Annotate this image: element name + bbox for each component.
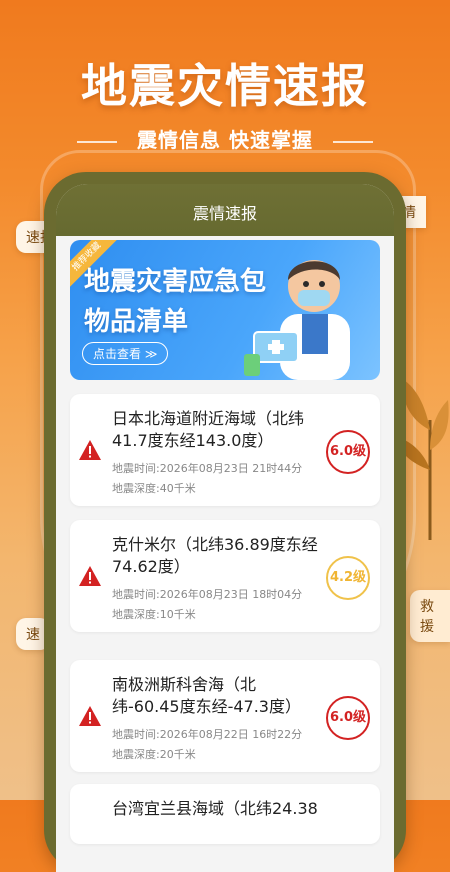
quake-list-item[interactable]: 克什米尔（北纬36.89度东经74.62度） 地震时间:2026年08月23日 … [70, 520, 380, 632]
quake-list-item[interactable]: 日本北海道附近海域（北纬41.7度东经143.0度） 地震时间:2026年08月… [70, 394, 380, 506]
app-header-title: 震情速报 [192, 204, 257, 223]
app-header: 震情速报 [56, 184, 394, 236]
quake-time: 地震时间:2026年08月22日 16时22分 [112, 728, 303, 741]
quake-depth: 地震深度:10千米 [112, 608, 196, 621]
banner-view-button[interactable]: 点击查看 ≫ [82, 342, 169, 365]
quake-time: 地震时间:2026年08月23日 21时44分 [112, 462, 303, 475]
doctor-illustration-icon [244, 260, 350, 380]
quake-magnitude-badge: 6.0级 [326, 696, 370, 740]
phone-frame: 震情速报 推荐收藏 地震灾害应急包 物品清单 点击查看 ≫ 日本北海道附近海域（… [44, 172, 406, 872]
quake-time: 地震时间:2026年08月23日 18时04分 [112, 588, 303, 601]
promo-title: 地震灾情速报 [81, 59, 369, 113]
warning-triangle-icon [79, 706, 101, 726]
promo-subtitle-text: 震情信息 快速掌握 [137, 128, 313, 152]
quake-location: 日本北海道附近海域（北纬41.7度东经143.0度） [112, 409, 305, 450]
subtitle-left-line [77, 140, 118, 143]
quake-depth: 地震深度:20千米 [112, 748, 196, 761]
quake-list-item[interactable]: 台湾宜兰县海域（北纬24.38 [70, 784, 380, 844]
quake-magnitude-badge: 6.0级 [326, 430, 370, 474]
quake-list-item[interactable]: 南极洲斯科舍海（北纬-60.45度东经-47.3度） 地震时间:2026年08月… [70, 660, 380, 772]
app-screen: 震情速报 推荐收藏 地震灾害应急包 物品清单 点击查看 ≫ 日本北海道附近海域（… [56, 184, 394, 872]
warning-triangle-icon [79, 440, 101, 460]
promo-subtitle: 震情信息 快速掌握 [0, 124, 450, 153]
quake-magnitude-badge: 4.2级 [326, 556, 370, 600]
subtitle-right-line [332, 140, 373, 143]
emergency-kit-banner[interactable]: 推荐收藏 地震灾害应急包 物品清单 点击查看 ≫ [70, 240, 380, 380]
quake-location: 台湾宜兰县海域（北纬24.38 [112, 799, 318, 818]
quake-depth: 地震深度:40千米 [112, 482, 196, 495]
quake-location: 南极洲斯科舍海（北纬-60.45度东经-47.3度） [112, 675, 301, 716]
background-tag-right-mid: 救援 [410, 590, 450, 642]
warning-triangle-icon [79, 566, 101, 586]
quake-location: 克什米尔（北纬36.89度东经74.62度） [112, 535, 318, 576]
